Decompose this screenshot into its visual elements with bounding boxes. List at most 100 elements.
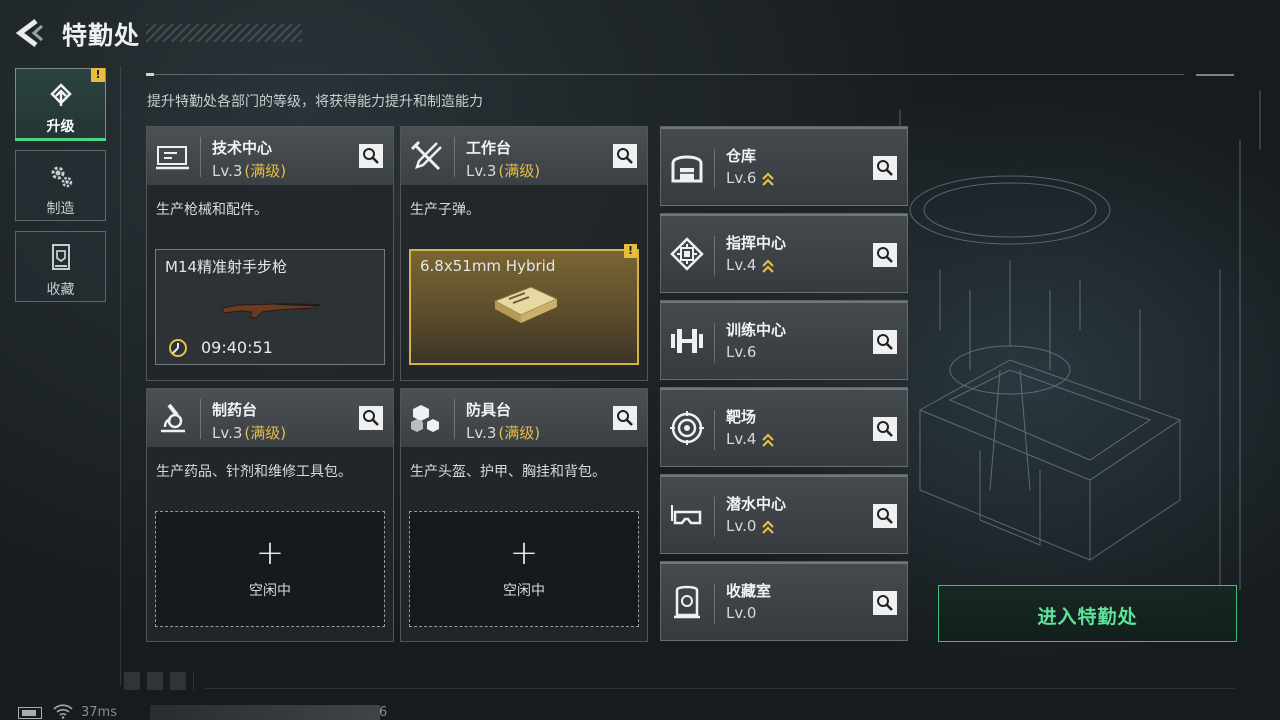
collection-room-card[interactable]: 收藏室 Lv.0 xyxy=(660,561,908,641)
search-icon xyxy=(617,410,633,426)
dumbbell-icon xyxy=(671,329,703,353)
card-level: Lv.6 xyxy=(726,343,756,361)
idle-crafting-slot[interactable]: + 空闲中 xyxy=(155,511,385,627)
card-level: Lv.3 (满级) xyxy=(466,160,540,181)
max-level-tag: (满级) xyxy=(498,162,541,180)
card-description: 生产药品、针剂和维修工具包。 xyxy=(156,464,352,480)
max-level-tag: (满级) xyxy=(244,162,287,180)
microscope-icon xyxy=(161,403,185,433)
search-icon xyxy=(617,148,633,164)
shooting-range-card[interactable]: 靶场 Lv.4 xyxy=(660,387,908,467)
enter-button-label: 进入特勤处 xyxy=(1037,606,1138,628)
crafting-item-name: M14精准射手步枪 xyxy=(165,258,288,276)
card-separator xyxy=(714,497,715,537)
rifle-image xyxy=(221,303,321,319)
header-divider-right xyxy=(1196,74,1234,76)
level-value: Lv.6 xyxy=(726,343,757,361)
base-schematic-art xyxy=(899,90,1261,590)
diving-mask-icon xyxy=(671,505,702,525)
card-name: 制药台 xyxy=(212,401,258,419)
card-name: 潜水中心 xyxy=(726,495,787,513)
idle-crafting-slot[interactable]: + 空闲中 xyxy=(409,511,639,627)
battery-icon xyxy=(18,707,42,719)
pharmacy-card[interactable]: 制药台 Lv.3 (满级) 生产药品、针剂和维修工具包。 + 空闲中 xyxy=(146,388,394,642)
search-icon xyxy=(877,247,893,263)
card-separator xyxy=(714,584,715,624)
card-description: 生产枪械和配件。 xyxy=(156,202,268,218)
search-button[interactable] xyxy=(873,591,897,615)
tech-center-card[interactable]: 技术中心 Lv.3 (满级) 生产枪械和配件。 M14精准射手步枪 09:40:5… xyxy=(146,126,394,381)
card-separator xyxy=(714,323,715,363)
crafting-slot[interactable]: M14精准射手步枪 09:40:51 xyxy=(155,249,385,365)
armor-card[interactable]: 防具台 Lv.3 (满级) 生产头盔、护甲、胸挂和背包。 + 空闲中 xyxy=(400,388,648,642)
tools-icon xyxy=(410,140,442,171)
wifi-icon xyxy=(53,704,73,719)
level-value: Lv.4 xyxy=(726,256,757,274)
nav-item-label: 升级 xyxy=(46,119,75,135)
card-level: Lv.3 (满级) xyxy=(212,422,286,443)
network-ping: 37ms xyxy=(81,705,117,720)
card-level: Lv.0 xyxy=(726,604,756,622)
enter-special-ops-button[interactable]: 进入特勤处 xyxy=(938,585,1237,642)
warehouse-card[interactable]: 仓库 Lv.6 xyxy=(660,126,908,206)
search-button[interactable] xyxy=(359,406,383,430)
command-center-card[interactable]: 指挥中心 Lv.4 xyxy=(660,213,908,293)
search-button[interactable] xyxy=(873,156,897,180)
search-button[interactable] xyxy=(613,144,637,168)
page-subtitle: 提升特勤处各部门的等级，将获得能力提升和制造能力 xyxy=(147,94,483,110)
crafting-item-name: 6.8x51mm Hybrid xyxy=(420,257,556,275)
search-button[interactable] xyxy=(873,417,897,441)
card-level: Lv.6 xyxy=(726,169,775,187)
header-divider xyxy=(146,73,1184,76)
warehouse-icon xyxy=(671,155,703,183)
nav-item-collection[interactable]: 收藏 xyxy=(15,231,106,302)
card-name: 工作台 xyxy=(466,139,512,157)
decorative-squares xyxy=(124,672,194,690)
upgrade-available-icon xyxy=(762,519,775,534)
nav-item-label: 收藏 xyxy=(46,282,75,298)
search-button[interactable] xyxy=(359,144,383,168)
level-value: Lv.0 xyxy=(726,517,757,535)
card-separator xyxy=(200,399,201,439)
status-value: 6 xyxy=(379,705,388,720)
search-button[interactable] xyxy=(873,330,897,354)
add-icon: + xyxy=(509,533,539,573)
upgrade-available-icon xyxy=(762,171,775,186)
chip-icon xyxy=(670,237,704,271)
search-button[interactable] xyxy=(873,243,897,267)
decorative-line xyxy=(205,688,1235,689)
search-icon xyxy=(877,334,893,350)
max-level-tag: (满级) xyxy=(244,424,287,442)
level-value: Lv.3 xyxy=(466,424,497,442)
level-value: Lv.6 xyxy=(726,169,757,187)
diving-center-card[interactable]: 潜水中心 Lv.0 xyxy=(660,474,908,554)
card-name: 收藏室 xyxy=(726,582,772,600)
card-description: 生产子弹。 xyxy=(410,202,480,218)
workbench-card[interactable]: 工作台 Lv.3 (满级) 生产子弹。 6.8x51mm Hybrid ! xyxy=(400,126,648,381)
search-icon xyxy=(877,421,893,437)
search-button[interactable] xyxy=(873,504,897,528)
card-separator xyxy=(714,410,715,450)
back-icon[interactable] xyxy=(14,18,44,48)
collection-room-icon xyxy=(674,585,700,619)
card-name: 防具台 xyxy=(466,401,512,419)
ready-badge: ! xyxy=(624,244,637,258)
card-level: Lv.0 xyxy=(726,517,775,535)
max-level-tag: (满级) xyxy=(498,424,541,442)
nav-alert-badge: ! xyxy=(91,68,105,82)
ammo-box-image xyxy=(493,286,559,323)
level-value: Lv.4 xyxy=(726,430,757,448)
upgrade-available-icon xyxy=(762,432,775,447)
page-title: 特勤处 xyxy=(62,21,141,50)
idle-label: 空闲中 xyxy=(503,583,545,599)
nav-active-indicator xyxy=(15,138,106,141)
search-button[interactable] xyxy=(613,406,637,430)
nav-item-craft[interactable]: 制造 xyxy=(15,150,106,221)
search-icon xyxy=(877,595,893,611)
card-separator xyxy=(714,149,715,189)
nav-divider xyxy=(120,66,121,686)
crafting-slot[interactable]: 6.8x51mm Hybrid ! xyxy=(409,244,639,365)
training-center-card[interactable]: 训练中心 Lv.6 xyxy=(660,300,908,380)
level-value: Lv.3 xyxy=(212,162,243,180)
search-icon xyxy=(877,508,893,524)
